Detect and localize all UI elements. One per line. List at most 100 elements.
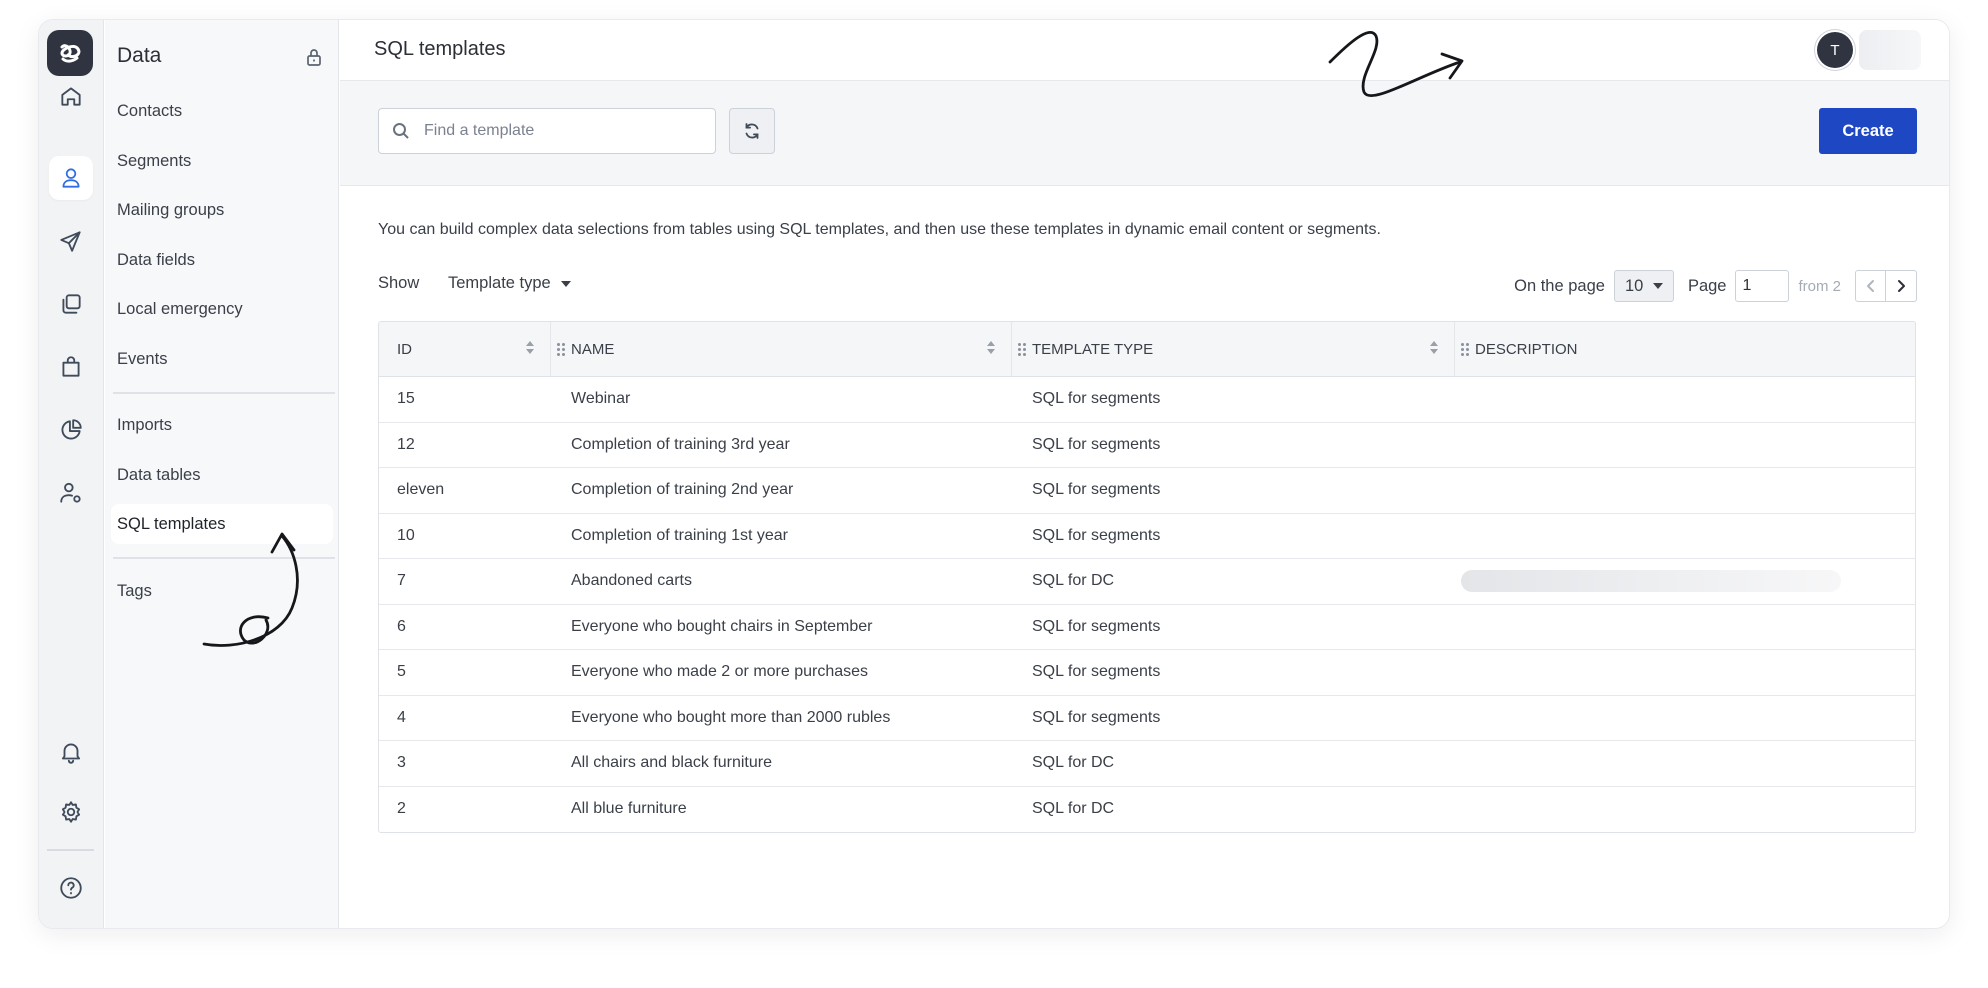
cell-name[interactable]: Completion of training 1st year [551,514,1012,559]
sort-icon[interactable] [1430,341,1438,354]
create-button[interactable]: Create [1819,108,1917,154]
cell-id: 3 [397,754,406,772]
copy-icon [62,294,81,314]
sidebar-item-data-tables[interactable]: Data tables [111,455,333,495]
column-header-description[interactable]: DESCRIPTION [1455,322,1915,376]
sidebar-item-contacts[interactable]: Contacts [111,91,333,131]
table-row[interactable]: 2 All blue furniture SQL for DC [379,787,1915,833]
cell-template-type: SQL for segments [1032,390,1161,408]
cell-template-type: SQL for DC [1032,800,1115,818]
user-menu[interactable] [1859,30,1921,70]
contacts-icon [62,168,80,188]
next-page-button[interactable] [1886,270,1917,302]
cell-description [1455,650,1915,695]
help-icon [60,877,82,899]
rail-ecommerce[interactable] [49,345,93,389]
cell-name[interactable]: All chairs and black furniture [551,741,1012,786]
table-row[interactable]: 12 Completion of training 3rd year SQL f… [379,423,1915,468]
rail-analytics[interactable] [49,408,93,452]
per-page-select[interactable]: 10 [1613,270,1674,302]
cell-template-type: SQL for segments [1032,708,1161,726]
cell-id: 12 [397,435,415,453]
cell-name[interactable]: Everyone who bought chairs in September [551,605,1012,650]
rail-divider [47,849,94,851]
avatar[interactable]: T [1817,32,1853,68]
home-icon [61,87,81,106]
table-row[interactable]: 7 Abandoned carts SQL for DC [379,559,1915,605]
rail-campaigns[interactable] [49,219,93,263]
cell-description [1455,605,1915,650]
sidebar-item-segments[interactable]: Segments [111,141,333,181]
cell-name[interactable]: Completion of training 2nd year [551,468,1012,513]
table-row[interactable]: 3 All chairs and black furniture SQL for… [379,741,1915,787]
app-logo[interactable] [47,30,93,76]
search-icon [393,123,409,139]
page-number-input[interactable] [1735,270,1790,302]
rail-templates[interactable] [49,282,93,326]
lock-icon[interactable] [303,46,325,68]
sidebar-item-local-emergency[interactable]: Local emergency [111,289,333,329]
table-row[interactable]: eleven Completion of training 2nd year S… [379,468,1915,514]
cell-template-type: SQL for segments [1032,617,1161,635]
cell-name[interactable]: Everyone who made 2 or more purchases [551,650,1012,695]
cell-name[interactable]: Everyone who bought more than 2000 ruble… [551,696,1012,741]
logo-icon [60,44,81,63]
column-header-label: DESCRIPTION [1475,340,1578,358]
search-input[interactable] [424,122,694,140]
cell-id: 6 [397,617,406,635]
cell-id: eleven [397,481,445,499]
sidebar-item-data-fields[interactable]: Data fields [111,240,333,280]
rail-contacts[interactable] [49,156,93,200]
cell-name[interactable]: Abandoned carts [551,559,1012,604]
sort-icon[interactable] [526,341,534,354]
shopping-bag-icon [62,356,80,377]
section-sidebar: Data Contacts Segments Mailing groups Da… [105,20,339,928]
column-header-name[interactable]: NAME [551,322,1012,376]
sidebar-item-imports[interactable]: Imports [111,405,333,445]
table-row[interactable]: 6 Everyone who bought chairs in Septembe… [379,605,1915,650]
refresh-button[interactable] [729,108,775,154]
column-header-label: NAME [571,340,615,358]
show-label: Show [378,274,420,292]
drag-handle-icon[interactable] [557,342,567,356]
annotation-arrow-icon [202,532,299,647]
cell-template-type: SQL for segments [1032,663,1161,681]
column-header-template-type[interactable]: TEMPLATE TYPE [1012,322,1455,376]
cell-description [1455,787,1915,833]
table-row[interactable]: 5 Everyone who made 2 or more purchases … [379,650,1915,696]
column-header-id[interactable]: ID [379,322,551,376]
chevron-left-icon [1866,280,1874,292]
table-row[interactable]: 15 Webinar SQL for segments [379,377,1915,423]
page-header: SQL templates T [340,20,1949,81]
drag-handle-icon[interactable] [1461,342,1471,356]
template-type-filter[interactable]: Template type [448,274,571,293]
sidebar-item-mailing-groups[interactable]: Mailing groups [111,190,333,230]
sort-icon[interactable] [987,341,995,354]
pagination: On the page 10 Page from 2 [1514,270,1917,302]
annotation-arrow-icon [1328,30,1464,98]
rail-users[interactable] [49,471,93,515]
page-total-label: from 2 [1798,277,1841,295]
table-row[interactable]: 4 Everyone who bought more than 2000 rub… [379,696,1915,741]
cell-id: 2 [397,800,406,818]
rail-notifications[interactable] [49,730,93,774]
cell-template-type: SQL for DC [1032,754,1115,772]
rail-settings[interactable] [49,790,93,834]
table-row[interactable]: 10 Completion of training 1st year SQL f… [379,514,1915,559]
cell-name[interactable]: Webinar [551,377,1012,422]
cell-description [1455,559,1915,604]
cell-template-type: SQL for segments [1032,481,1161,499]
sidebar-item-events[interactable]: Events [111,339,333,379]
cell-template-type: SQL for DC [1032,572,1115,590]
refresh-icon [745,123,759,139]
cell-id: 4 [397,708,406,726]
cell-name[interactable]: Completion of training 3rd year [551,423,1012,468]
cell-name[interactable]: All blue furniture [551,787,1012,833]
previous-page-button[interactable] [1855,270,1886,302]
drag-handle-icon[interactable] [1018,342,1028,356]
rail-help[interactable] [49,866,93,910]
rail-home[interactable] [49,74,93,118]
cell-template-type: SQL for segments [1032,526,1161,544]
templates-table: ID NAME TEMPLATE TYPE DESCRIPTION 15 Web… [378,321,1916,833]
page-title: SQL templates [374,38,506,60]
